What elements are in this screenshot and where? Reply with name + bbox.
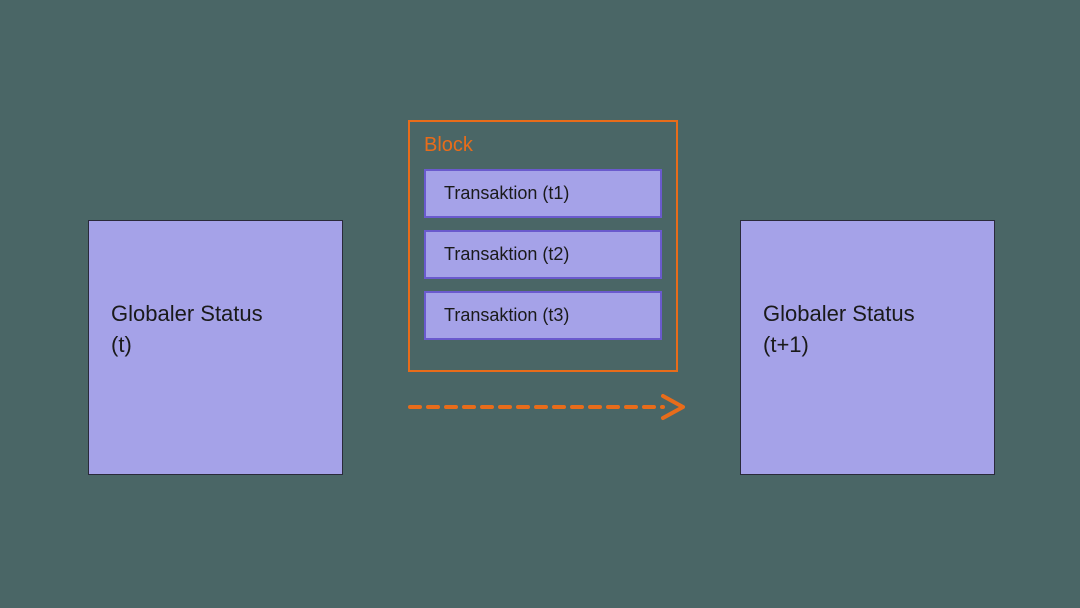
transition-arrow — [408, 392, 688, 422]
state-label: Globaler Status (t) — [111, 299, 320, 361]
state-line2: (t+1) — [763, 332, 809, 357]
transaction-item: Transaktion (t3) — [424, 291, 662, 340]
transaction-item: Transaktion (t1) — [424, 169, 662, 218]
block-title: Block — [424, 134, 662, 157]
arrow-icon — [408, 392, 688, 422]
state-line1: Globaler Status — [111, 301, 263, 326]
global-state-before: Globaler Status (t) — [88, 220, 343, 475]
state-line2: (t) — [111, 332, 132, 357]
block-container: Block Transaktion (t1) Transaktion (t2) … — [408, 120, 678, 372]
global-state-after: Globaler Status (t+1) — [740, 220, 995, 475]
transaction-item: Transaktion (t2) — [424, 230, 662, 279]
state-label: Globaler Status (t+1) — [763, 299, 972, 361]
state-line1: Globaler Status — [763, 301, 915, 326]
